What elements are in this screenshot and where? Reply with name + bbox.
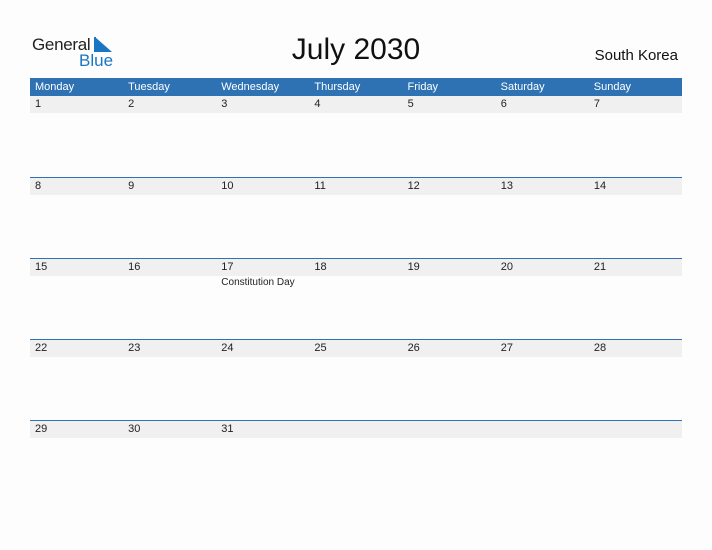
- weekday-wednesday: Wednesday: [221, 81, 280, 93]
- day-cell: 2: [123, 96, 216, 176]
- week-row: 15 16 17 Constitution Day 18 19 20 21: [30, 258, 682, 340]
- day-cell: 27: [496, 340, 589, 420]
- day-cell: 25: [309, 340, 402, 420]
- day-number: 4: [314, 98, 321, 110]
- day-cell: 11: [309, 178, 402, 258]
- day-cell: 28: [589, 340, 682, 420]
- day-cell: 20: [496, 259, 589, 339]
- day-cell: 4: [309, 96, 402, 176]
- day-cell: 15: [30, 259, 123, 339]
- day-cell: 19: [403, 259, 496, 339]
- day-cell: 10: [216, 178, 309, 258]
- day-cell: 8: [30, 178, 123, 258]
- day-cell: [403, 421, 496, 501]
- day-cell: 18: [309, 259, 402, 339]
- day-number: 23: [128, 342, 141, 354]
- day-number: 11: [314, 180, 326, 192]
- day-cell: [309, 421, 402, 501]
- day-number: 3: [221, 98, 228, 110]
- day-number: 30: [128, 423, 141, 435]
- day-cell: 24: [216, 340, 309, 420]
- day-number: 24: [221, 342, 234, 354]
- day-number: 8: [35, 180, 42, 192]
- day-number: 6: [500, 98, 507, 110]
- week-row: 1 2 3 4 5 6 7: [30, 96, 682, 177]
- day-number: 16: [128, 261, 141, 273]
- day-number: 5: [407, 98, 414, 110]
- day-cell: 1: [30, 96, 123, 176]
- day-cell: 26: [403, 340, 496, 420]
- day-number: 18: [314, 261, 327, 273]
- day-number: 15: [35, 261, 48, 273]
- day-number: 13: [500, 180, 513, 192]
- day-cell: 6: [496, 96, 589, 176]
- day-number: 27: [500, 342, 513, 354]
- day-number: 20: [500, 261, 513, 273]
- week-row: 22 23 24 25 26 27 28: [30, 339, 682, 421]
- day-cell: 21: [589, 259, 682, 339]
- day-number: 9: [128, 180, 135, 192]
- day-cell: 12: [403, 178, 496, 258]
- holiday-label: Constitution Day: [221, 277, 295, 288]
- day-cell: 29: [30, 421, 123, 501]
- day-cell: 16: [123, 259, 216, 339]
- day-number: 10: [221, 180, 234, 192]
- day-cell: 13: [496, 178, 589, 258]
- day-number: 2: [128, 98, 135, 110]
- day-number: 14: [593, 180, 607, 192]
- day-cell: 9: [123, 178, 216, 258]
- day-number: 28: [593, 342, 607, 354]
- day-number: 26: [407, 342, 420, 354]
- day-number: 7: [593, 98, 600, 110]
- day-number: 21: [593, 261, 607, 273]
- day-cell: 23: [123, 340, 216, 420]
- day-cell: [496, 421, 589, 501]
- day-number: 22: [35, 342, 48, 354]
- week-row: 8 9 10 11 12 13 14: [30, 177, 682, 259]
- day-cell: 14: [589, 178, 682, 258]
- day-cell: 30: [123, 421, 216, 501]
- day-number: 29: [35, 423, 48, 435]
- day-number: 31: [221, 423, 234, 435]
- day-cell: 7: [589, 96, 682, 176]
- day-cell: 17 Constitution Day: [216, 259, 309, 339]
- weekday-thursday: Thursday: [314, 81, 361, 93]
- weekday-header: Monday Tuesday Wednesday Thursday Friday…: [30, 78, 682, 96]
- day-cell: 31: [216, 421, 309, 501]
- day-number: 1: [35, 98, 42, 110]
- day-cell: 5: [403, 96, 496, 176]
- day-number: 19: [407, 261, 420, 273]
- weekday-saturday: Saturday: [500, 81, 545, 93]
- weekday-sunday: Sunday: [593, 81, 632, 93]
- weekday-monday: Monday: [35, 81, 75, 93]
- weekday-friday: Friday: [407, 81, 439, 93]
- week-row: 29 30 31: [30, 420, 682, 502]
- day-cell: 22: [30, 340, 123, 420]
- day-cell: [589, 421, 682, 501]
- day-number: 17: [221, 261, 234, 273]
- day-number: 25: [314, 342, 327, 354]
- day-cell: 3: [216, 96, 309, 176]
- weekday-tuesday: Tuesday: [128, 81, 170, 93]
- day-number: 12: [407, 180, 420, 192]
- country-label: South Korea: [594, 47, 678, 64]
